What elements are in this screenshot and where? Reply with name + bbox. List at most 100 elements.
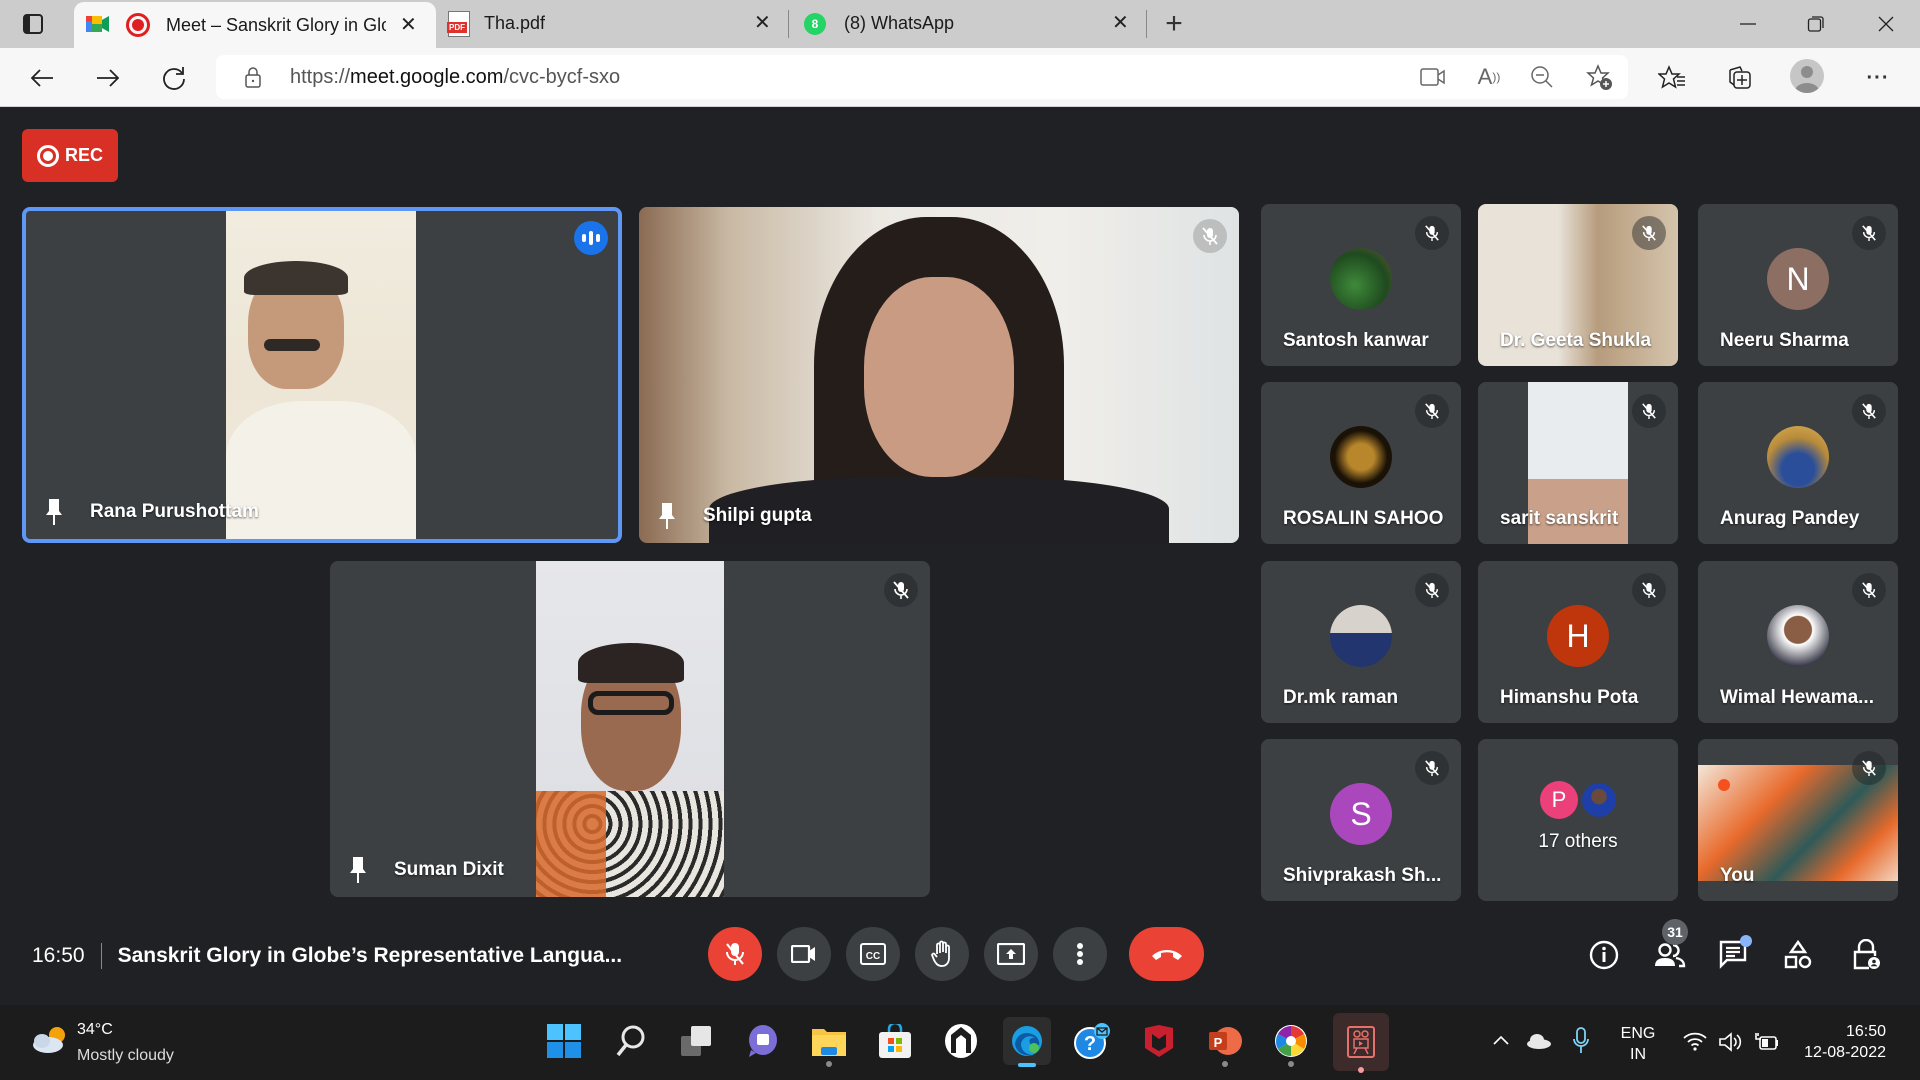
search-button[interactable]: [607, 1017, 655, 1065]
present-screen-button[interactable]: [984, 927, 1038, 981]
participant-tile[interactable]: Santosh kanwar: [1261, 204, 1461, 366]
app-launcher-icon[interactable]: [937, 1017, 985, 1065]
minimize-button[interactable]: [1734, 10, 1762, 38]
camera-in-use-icon[interactable]: [1420, 65, 1446, 89]
pin-icon[interactable]: [348, 855, 368, 885]
tab-actions-icon[interactable]: [20, 12, 46, 36]
activities-button[interactable]: [1778, 935, 1818, 975]
start-button[interactable]: [540, 1017, 588, 1065]
edge-browser-app[interactable]: [1003, 1017, 1051, 1067]
collections-icon[interactable]: [1724, 62, 1756, 94]
weather-description[interactable]: Mostly cloudy: [77, 1047, 174, 1065]
participant-tile[interactable]: H Himanshu Pota: [1478, 561, 1678, 723]
url-text: https://meet.google.com/cvc-bycf-sxo: [290, 66, 620, 89]
tab-whatsapp[interactable]: 8 (8) WhatsApp ✕: [790, 0, 1140, 48]
camera-toggle-button[interactable]: [777, 927, 831, 981]
lock-icon[interactable]: [244, 65, 262, 89]
participant-tile[interactable]: S Shivprakash Sh...: [1261, 739, 1461, 901]
microsoft-store-app[interactable]: [871, 1017, 919, 1065]
participant-tile[interactable]: Dr. Geeta Shukla: [1478, 204, 1678, 366]
browser-toolbar: https://meet.google.com/cvc-bycf-sxo A))…: [0, 48, 1920, 107]
participant-tile[interactable]: ROSALIN SAHOO: [1261, 382, 1461, 544]
back-button[interactable]: [26, 62, 58, 94]
participant-tile[interactable]: Dr.mk raman: [1261, 561, 1461, 723]
microphone-in-use-icon[interactable]: [1572, 1027, 1590, 1060]
tab-title: Tha.pdf: [484, 13, 546, 33]
weather-temperature[interactable]: 34°C: [77, 1021, 113, 1039]
participant-tile[interactable]: sarit sanskrit: [1478, 382, 1678, 544]
tab-meet[interactable]: Meet – Sanskrit Glory in Glo ✕: [74, 2, 436, 48]
task-view-button[interactable]: [673, 1017, 721, 1065]
language-indicator[interactable]: ENG IN: [1620, 1023, 1656, 1065]
participant-tile-main[interactable]: Rana Purushottam: [22, 207, 622, 543]
tab-title: (8) WhatsApp: [844, 13, 955, 33]
pin-icon[interactable]: [657, 501, 677, 531]
saree-shape: [536, 791, 606, 897]
close-tab-icon[interactable]: ✕: [1112, 10, 1129, 35]
running-indicator: [1018, 1063, 1036, 1067]
meeting-info-button[interactable]: [1584, 935, 1624, 975]
mic-toggle-button[interactable]: [708, 927, 762, 981]
leave-call-button[interactable]: [1129, 927, 1204, 981]
participant-tile-main[interactable]: Shilpi gupta: [639, 207, 1239, 543]
teams-chat-app[interactable]: [739, 1017, 787, 1065]
close-tab-icon[interactable]: ✕: [400, 12, 417, 37]
close-tab-icon[interactable]: ✕: [754, 10, 771, 35]
people-button[interactable]: 31: [1650, 919, 1690, 975]
file-explorer-app[interactable]: [805, 1017, 853, 1067]
participant-tile[interactable]: Wimal Hewama...: [1698, 561, 1898, 723]
reload-button[interactable]: [158, 62, 190, 94]
participant-tile-main[interactable]: Suman Dixit: [330, 561, 930, 897]
onedrive-icon[interactable]: [1526, 1033, 1552, 1054]
volume-icon[interactable]: [1718, 1031, 1744, 1058]
photos-app[interactable]: [1267, 1017, 1315, 1067]
profile-avatar[interactable]: [1790, 59, 1824, 93]
address-bar[interactable]: https://meet.google.com/cvc-bycf-sxo A)): [216, 55, 1628, 99]
favorites-icon[interactable]: [1656, 62, 1688, 94]
avatar-image: [1767, 605, 1829, 667]
participant-tile[interactable]: You: [1698, 739, 1898, 901]
muted-mic-icon: [1415, 573, 1449, 607]
show-hidden-icons-button[interactable]: [1492, 1033, 1510, 1051]
system-clock[interactable]: 16:50 12-08-2022: [1796, 1021, 1886, 1063]
hair-shape: [578, 643, 684, 683]
muted-mic-icon: [1632, 216, 1666, 250]
add-favorite-icon[interactable]: [1586, 64, 1614, 92]
participant-video: [639, 207, 1239, 543]
participant-tile[interactable]: P 17 others: [1478, 739, 1678, 901]
meeting-title: Sanskrit Glory in Globe’s Representative…: [117, 944, 623, 967]
tab-pdf[interactable]: PDF Tha.pdf ✕: [436, 0, 786, 48]
close-window-button[interactable]: [1872, 10, 1900, 38]
recording-badge[interactable]: REC: [22, 129, 118, 182]
settings-more-icon[interactable]: ···: [1862, 62, 1894, 94]
participant-tile[interactable]: N Neeru Sharma: [1698, 204, 1898, 366]
participant-tile[interactable]: Anurag Pandey: [1698, 382, 1898, 544]
battery-charging-icon[interactable]: [1754, 1031, 1780, 1058]
avatar-image: [1767, 426, 1829, 488]
raise-hand-button[interactable]: [915, 927, 969, 981]
captions-button[interactable]: CC: [846, 927, 900, 981]
mcafee-app[interactable]: [1135, 1017, 1183, 1065]
restore-button[interactable]: [1802, 10, 1830, 38]
google-meet-icon: [86, 14, 110, 39]
zoom-out-icon[interactable]: [1530, 65, 1554, 89]
running-indicator: [1288, 1061, 1294, 1067]
more-options-button[interactable]: [1053, 927, 1107, 981]
video-editor-app[interactable]: [1333, 1013, 1389, 1073]
weather-icon[interactable]: [30, 1025, 70, 1055]
powerpoint-app[interactable]: P: [1201, 1017, 1249, 1067]
forward-button[interactable]: [92, 62, 124, 94]
host-controls-button[interactable]: [1846, 935, 1886, 975]
url-scheme: https://: [290, 66, 351, 88]
read-aloud-icon[interactable]: A)): [1476, 63, 1502, 91]
muted-mic-icon: [1193, 219, 1227, 253]
pin-icon[interactable]: [44, 497, 64, 527]
new-tab-button[interactable]: +: [1158, 7, 1190, 40]
get-help-app[interactable]: ?: [1069, 1017, 1117, 1065]
running-indicator: [1358, 1067, 1364, 1073]
avatar: H: [1547, 605, 1609, 667]
tab-divider: [788, 10, 789, 38]
wifi-icon[interactable]: [1682, 1031, 1708, 1056]
participant-name: Suman Dixit: [394, 859, 504, 880]
chat-button[interactable]: [1714, 935, 1754, 975]
